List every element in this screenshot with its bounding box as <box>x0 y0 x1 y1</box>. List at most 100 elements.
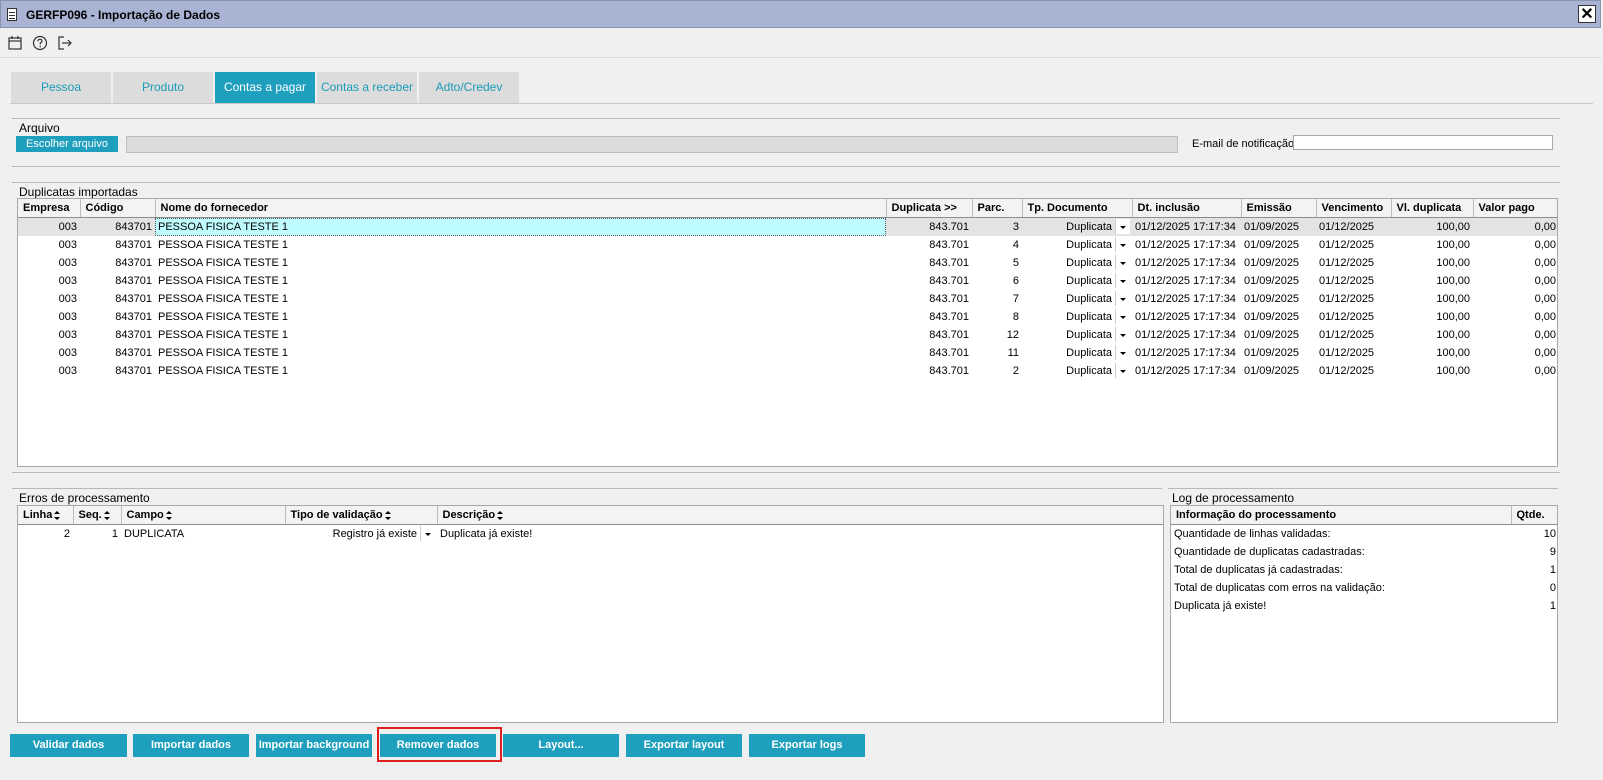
table-row[interactable]: 2 1 DUPLICATA Registro já existe Duplica… <box>18 525 1163 544</box>
cell-nome-fornecedor[interactable]: PESSOA FISICA TESTE 1 <box>155 344 886 362</box>
cell-vencimento[interactable]: 01/12/2025 <box>1316 236 1391 254</box>
cell-nome-fornecedor[interactable]: PESSOA FISICA TESTE 1 <box>155 290 886 308</box>
cell-vl-duplicata[interactable]: 100,00 <box>1391 272 1473 290</box>
cell-vl-duplicata[interactable]: 100,00 <box>1391 217 1473 236</box>
table-row[interactable]: 003 843701 PESSOA FISICA TESTE 1 843.701 4 Du… <box>18 236 1557 254</box>
cell-empresa[interactable]: 003 <box>18 290 80 308</box>
cell-parc[interactable]: 5 <box>972 254 1022 272</box>
chevron-down-icon[interactable] <box>1115 255 1130 270</box>
exportar-layout-button[interactable]: Exportar layout <box>626 734 742 757</box>
cell-empresa[interactable]: 003 <box>18 362 80 380</box>
tab-produto[interactable]: Produto <box>113 72 213 103</box>
cell-vl-duplicata[interactable]: 100,00 <box>1391 308 1473 326</box>
cell-emissao[interactable]: 01/09/2025 <box>1241 236 1316 254</box>
help-icon[interactable] <box>32 35 48 51</box>
cell-codigo[interactable]: 843701 <box>80 236 155 254</box>
cell-emissao[interactable]: 01/09/2025 <box>1241 308 1316 326</box>
tp-documento-select[interactable]: Duplicata <box>1022 217 1132 236</box>
cell-duplicata[interactable]: 843.701 <box>886 308 972 326</box>
cell-emissao[interactable]: 01/09/2025 <box>1241 362 1316 380</box>
sort-icon[interactable] <box>54 510 61 520</box>
cell-valor-pago[interactable]: 0,00 <box>1473 362 1557 380</box>
cell-vencimento[interactable]: 01/12/2025 <box>1316 326 1391 344</box>
cell-dt-inclusao[interactable]: 01/12/2025 17:17:34 <box>1132 236 1241 254</box>
importar-dados-button[interactable]: Importar dados <box>133 734 249 757</box>
column-header-vencimento[interactable]: Vencimento <box>1316 199 1392 218</box>
cell-parc[interactable]: 6 <box>972 272 1022 290</box>
cell-nome-fornecedor[interactable]: PESSOA FISICA TESTE 1 <box>155 272 886 290</box>
tp-documento-select[interactable]: Duplicata <box>1022 290 1132 308</box>
column-header-linha[interactable]: Linha <box>18 506 74 525</box>
cell-codigo[interactable]: 843701 <box>80 344 155 362</box>
cell-vencimento[interactable]: 01/12/2025 <box>1316 254 1391 272</box>
table-row[interactable]: 003 843701 PESSOA FISICA TESTE 1 843.701 7 Du… <box>18 290 1557 308</box>
chevron-down-icon[interactable] <box>420 526 435 541</box>
tab-contas-a-pagar[interactable]: Contas a pagar <box>215 72 315 103</box>
cell-nome-fornecedor[interactable]: PESSOA FISICA TESTE 1 <box>155 236 886 254</box>
cell-codigo[interactable]: 843701 <box>80 290 155 308</box>
cell-vencimento[interactable]: 01/12/2025 <box>1316 308 1391 326</box>
cell-parc[interactable]: 3 <box>972 217 1022 236</box>
tp-documento-select[interactable]: Duplicata <box>1022 236 1132 254</box>
table-row[interactable]: 003 843701 PESSOA FISICA TESTE 1 843.701 12 D… <box>18 326 1557 344</box>
cell-empresa[interactable]: 003 <box>18 308 80 326</box>
cell-duplicata[interactable]: 843.701 <box>886 344 972 362</box>
cell-nome-fornecedor[interactable]: PESSOA FISICA TESTE 1 <box>155 217 886 236</box>
cell-valor-pago[interactable]: 0,00 <box>1473 217 1557 236</box>
cell-empresa[interactable]: 003 <box>18 254 80 272</box>
column-header-tipo-validacao[interactable]: Tipo de validação <box>285 506 438 525</box>
column-header-nome-fornecedor[interactable]: Nome do fornecedor <box>155 199 887 218</box>
column-header-tp-documento[interactable]: Tp. Documento <box>1022 199 1133 218</box>
cell-vencimento[interactable]: 01/12/2025 <box>1316 344 1391 362</box>
table-row[interactable]: 003 843701 PESSOA FISICA TESTE 1 843.701 6 Du… <box>18 272 1557 290</box>
cell-seq[interactable]: 1 <box>73 525 121 544</box>
tp-documento-select[interactable]: Duplicata <box>1022 362 1132 380</box>
table-row[interactable]: Total de duplicatas com erros na validaç… <box>1171 579 1557 597</box>
cell-parc[interactable]: 7 <box>972 290 1022 308</box>
tipo-validacao-select[interactable]: Registro já existe <box>285 525 437 544</box>
cell-valor-pago[interactable]: 0,00 <box>1473 326 1557 344</box>
chevron-down-icon[interactable] <box>1115 309 1130 324</box>
cell-duplicata[interactable]: 843.701 <box>886 254 972 272</box>
column-header-qtde[interactable]: Qtde. <box>1511 506 1557 525</box>
column-header-empresa[interactable]: Empresa <box>18 199 81 218</box>
table-row[interactable]: 003 843701 PESSOA FISICA TESTE 1 843.701 5 Du… <box>18 254 1557 272</box>
cell-nome-fornecedor[interactable]: PESSOA FISICA TESTE 1 <box>155 308 886 326</box>
sort-icon[interactable] <box>103 510 110 520</box>
file-path-field[interactable] <box>126 136 1178 153</box>
cell-vl-duplicata[interactable]: 100,00 <box>1391 362 1473 380</box>
cell-parc[interactable]: 2 <box>972 362 1022 380</box>
cell-emissao[interactable]: 01/09/2025 <box>1241 217 1316 236</box>
table-row[interactable]: 003 843701 PESSOA FISICA TESTE 1 843.701 8 Du… <box>18 308 1557 326</box>
cell-emissao[interactable]: 01/09/2025 <box>1241 290 1316 308</box>
cell-descricao[interactable]: Duplicata já existe! <box>437 525 1163 544</box>
cell-empresa[interactable]: 003 <box>18 236 80 254</box>
cell-codigo[interactable]: 843701 <box>80 217 155 236</box>
tp-documento-select[interactable]: Duplicata <box>1022 308 1132 326</box>
validar-dados-button[interactable]: Validar dados <box>10 734 127 757</box>
chevron-down-icon[interactable] <box>1115 327 1130 342</box>
cell-campo[interactable]: DUPLICATA <box>121 525 285 544</box>
cell-dt-inclusao[interactable]: 01/12/2025 17:17:34 <box>1132 217 1241 236</box>
cell-duplicata[interactable]: 843.701 <box>886 236 972 254</box>
cell-dt-inclusao[interactable]: 01/12/2025 17:17:34 <box>1132 254 1241 272</box>
cell-vl-duplicata[interactable]: 100,00 <box>1391 254 1473 272</box>
cell-dt-inclusao[interactable]: 01/12/2025 17:17:34 <box>1132 272 1241 290</box>
cell-dt-inclusao[interactable]: 01/12/2025 17:17:34 <box>1132 344 1241 362</box>
column-header-codigo[interactable]: Código <box>80 199 156 218</box>
cell-vl-duplicata[interactable]: 100,00 <box>1391 290 1473 308</box>
cell-dt-inclusao[interactable]: 01/12/2025 17:17:34 <box>1132 362 1241 380</box>
cell-codigo[interactable]: 843701 <box>80 272 155 290</box>
cell-valor-pago[interactable]: 0,00 <box>1473 254 1557 272</box>
cell-emissao[interactable]: 01/09/2025 <box>1241 344 1316 362</box>
chevron-down-icon[interactable] <box>1115 273 1130 288</box>
tp-documento-select[interactable]: Duplicata <box>1022 326 1132 344</box>
calendar-icon[interactable] <box>7 35 23 51</box>
close-window-button[interactable]: ✕ <box>1578 5 1596 23</box>
cell-linha[interactable]: 2 <box>18 525 73 544</box>
sort-icon[interactable] <box>497 510 504 520</box>
cell-duplicata[interactable]: 843.701 <box>886 290 972 308</box>
cell-empresa[interactable]: 003 <box>18 217 80 236</box>
cell-emissao[interactable]: 01/09/2025 <box>1241 326 1316 344</box>
cell-codigo[interactable]: 843701 <box>80 326 155 344</box>
